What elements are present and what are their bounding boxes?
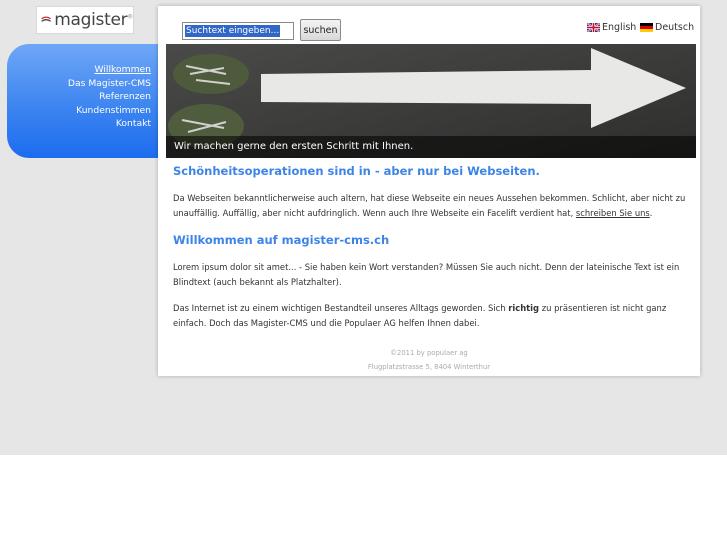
footer-copyright: ©2011 by populaer ag (390, 349, 468, 357)
language-english-label: English (602, 22, 637, 33)
nav-item-referenzen[interactable]: Referenzen (68, 90, 151, 104)
flag-de-icon (640, 23, 653, 32)
magister-logo-icon (41, 16, 51, 22)
nav-item-magister-cms[interactable]: Das Magister-CMS (68, 77, 151, 91)
nav-item-kundenstimmen[interactable]: Kundenstimmen (68, 104, 151, 118)
language-deutsch[interactable]: Deutsch (640, 22, 694, 33)
search-input-selected-text: Suchtext eingeben... (185, 25, 281, 37)
language-deutsch-label: Deutsch (655, 22, 695, 33)
language-english[interactable]: English (587, 22, 636, 33)
section-text-lorem: Lorem ipsum dolor sit amet... - Sie habe… (173, 262, 680, 287)
section-text-internet: Das Internet ist zu einem wichtigen Best… (173, 303, 667, 328)
flag-uk-icon (587, 23, 600, 32)
hero-caption-bar: Wir machen gerne den ersten Schritt mit … (166, 136, 696, 158)
section-title-facelift: Schönheitsoperationen sind in - aber nur… (173, 164, 540, 178)
nav-menu: Willkommen Das Magister-CMS Referenzen K… (68, 63, 151, 131)
section-title-welcome: Willkommen auf magister-cms.ch (173, 233, 390, 247)
nav-item-kontakt[interactable]: Kontakt (68, 117, 151, 131)
sidebar-nav: Willkommen Das Magister-CMS Referenzen K… (7, 44, 172, 158)
nav-item-willkommen[interactable]: Willkommen (68, 63, 151, 77)
logo[interactable]: magister® (36, 6, 134, 34)
hero-caption: Wir machen gerne den ersten Schritt mit … (174, 141, 414, 152)
logo-text: magister® (54, 10, 133, 30)
main-panel: Suchtext eingeben... suchen English Deut… (158, 6, 700, 376)
search-button[interactable]: suchen (300, 19, 341, 41)
footer-address: Flugplatzstrasse 5, 8404 Winterthur (367, 363, 491, 371)
section-text-facelift: Da Webseiten bekanntlicherweise auch alt… (173, 193, 686, 218)
hero-banner: Wir machen gerne den ersten Schritt mit … (166, 44, 696, 158)
contact-link[interactable]: schreiben Sie uns (576, 208, 650, 218)
content-area: Schönheitsoperationen sind in - aber nur… (173, 164, 688, 331)
